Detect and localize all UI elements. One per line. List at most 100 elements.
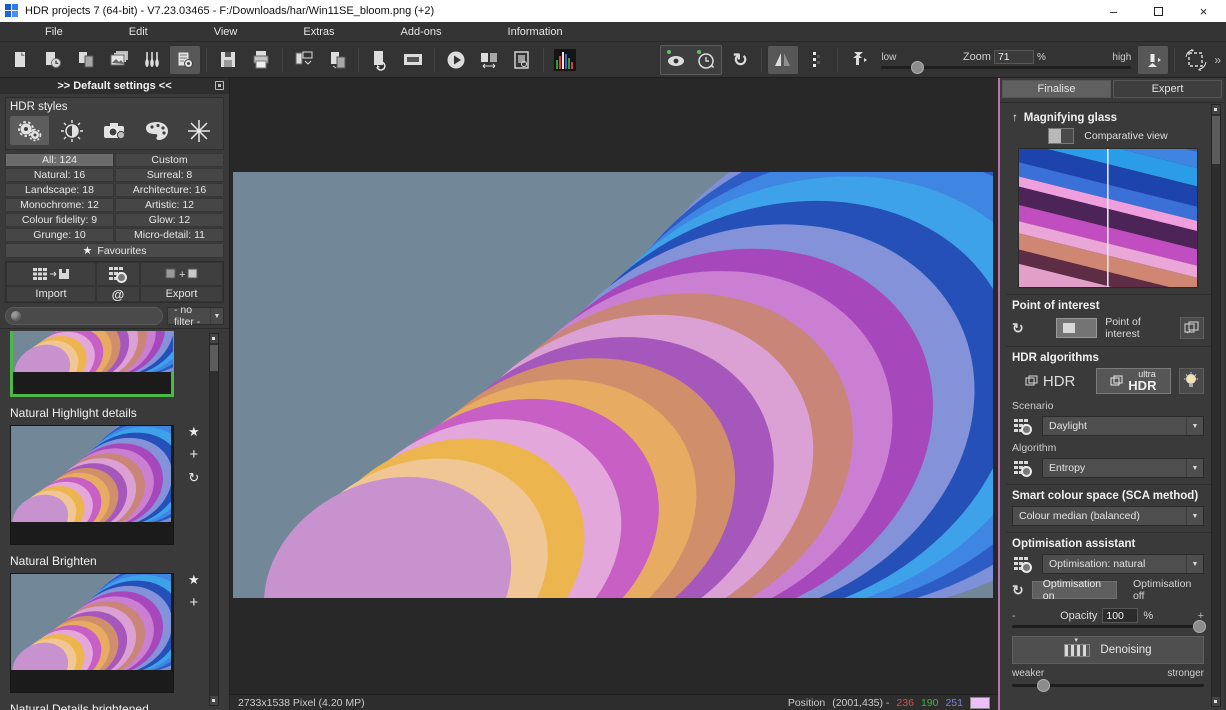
algorithm-dropdown-arrow-icon[interactable]: ▼ bbox=[1186, 459, 1203, 477]
category-monochrome[interactable]: Monochrome: 12 bbox=[5, 198, 114, 212]
settings-scrollbar[interactable] bbox=[1211, 104, 1221, 707]
opacity-slider[interactable] bbox=[1012, 625, 1204, 628]
denoising-slider[interactable] bbox=[1012, 684, 1204, 687]
algorithm-presets-icon[interactable] bbox=[1012, 458, 1034, 478]
optimisation-presets-icon[interactable] bbox=[1012, 554, 1034, 574]
category-natural[interactable]: Natural: 16 bbox=[5, 168, 114, 182]
menu-view[interactable]: View bbox=[181, 26, 271, 38]
poi-layers-icon[interactable] bbox=[1180, 317, 1204, 339]
redo-icon[interactable]: ↻ bbox=[725, 46, 755, 74]
styles-category-tone-icon[interactable] bbox=[52, 116, 91, 145]
category-colour-fidelity[interactable]: Colour fidelity: 9 bbox=[5, 213, 114, 227]
scroll-up-button[interactable] bbox=[1212, 105, 1220, 114]
new-project-icon[interactable] bbox=[5, 46, 35, 74]
copy-import-icon[interactable] bbox=[71, 46, 101, 74]
magnifier-preview[interactable] bbox=[1018, 148, 1198, 288]
brushes-icon[interactable] bbox=[137, 46, 167, 74]
import-icon[interactable] bbox=[6, 262, 96, 286]
zoom-value-input[interactable] bbox=[994, 50, 1034, 64]
export-button[interactable]: Export bbox=[140, 286, 223, 302]
denoising-slider-knob[interactable] bbox=[1037, 679, 1050, 692]
dither-pattern-icon[interactable] bbox=[801, 46, 831, 74]
styles-category-sparkle-icon[interactable] bbox=[180, 116, 219, 145]
category-surreal[interactable]: Surreal: 8 bbox=[115, 168, 224, 182]
menu-extras[interactable]: Extras bbox=[270, 26, 367, 38]
menu-addons[interactable]: Add-ons bbox=[368, 26, 475, 38]
opacity-input[interactable] bbox=[1102, 608, 1138, 623]
favourites-button[interactable]: ★ Favourites bbox=[5, 243, 224, 258]
realtime-preview-icon[interactable] bbox=[691, 46, 721, 74]
category-grunge[interactable]: Grunge: 10 bbox=[5, 228, 114, 242]
algorithm-select[interactable]: Entropy ▼ bbox=[1042, 458, 1204, 478]
exchange-image-icon[interactable] bbox=[474, 46, 504, 74]
scroll-thumb[interactable] bbox=[210, 345, 218, 371]
filter-high-icon[interactable] bbox=[1138, 46, 1168, 74]
category-architecture[interactable]: Architecture: 16 bbox=[115, 183, 224, 197]
menu-information[interactable]: Information bbox=[475, 26, 596, 38]
scroll-down-button[interactable] bbox=[1212, 697, 1220, 706]
optimisation-on-button[interactable]: Optimisation on bbox=[1032, 581, 1117, 599]
category-custom[interactable]: Custom bbox=[115, 153, 224, 167]
play-slideshow-icon[interactable] bbox=[441, 46, 471, 74]
fullscreen-view-icon[interactable] bbox=[398, 46, 428, 74]
denoising-button[interactable]: Denoising bbox=[1012, 636, 1204, 664]
add-variant-icon[interactable]: + bbox=[189, 447, 198, 462]
styles-category-palette-icon[interactable] bbox=[137, 116, 176, 145]
scroll-down-button[interactable] bbox=[210, 696, 218, 705]
toolbar-overflow-chevron[interactable]: » bbox=[1214, 53, 1221, 67]
category-micro-detail[interactable]: Micro-detail: 11 bbox=[115, 228, 224, 242]
add-variant-icon[interactable]: + bbox=[189, 595, 198, 610]
collapse-arrow-icon[interactable]: ↑ bbox=[1012, 112, 1018, 124]
crop-rotate-icon[interactable] bbox=[1181, 46, 1211, 74]
image-frame-icon[interactable] bbox=[507, 46, 537, 74]
style-preview-icon[interactable] bbox=[96, 262, 140, 286]
export-to-device-icon[interactable] bbox=[289, 46, 319, 74]
tab-finalise[interactable]: Finalise bbox=[1002, 80, 1111, 98]
close-button[interactable]: × bbox=[1181, 0, 1226, 22]
opacity-slider-knob[interactable] bbox=[1193, 620, 1206, 633]
category-glow[interactable]: Glow: 12 bbox=[115, 213, 224, 227]
print-icon[interactable] bbox=[246, 46, 276, 74]
poi-refresh-icon[interactable]: ↻ bbox=[1012, 320, 1024, 337]
maximize-button[interactable] bbox=[1136, 0, 1181, 22]
filter-dropdown[interactable]: - no filter - ▼ bbox=[167, 307, 224, 325]
style-thumbnail[interactable] bbox=[10, 425, 174, 545]
preview-eye-icon[interactable] bbox=[661, 46, 691, 74]
export-icon[interactable]: + bbox=[140, 262, 223, 286]
main-image[interactable] bbox=[233, 172, 993, 598]
style-search-input[interactable] bbox=[25, 311, 157, 322]
opacity-minus[interactable]: - bbox=[1012, 610, 1016, 622]
minimize-button[interactable]: – bbox=[1091, 0, 1136, 22]
sca-select[interactable]: Colour median (balanced) ▼ bbox=[1012, 506, 1204, 526]
scenario-presets-icon[interactable] bbox=[1012, 416, 1034, 436]
batch-processing-icon[interactable] bbox=[365, 46, 395, 74]
style-list-scrollbar[interactable] bbox=[209, 333, 219, 706]
presets-header[interactable]: >> Default settings << bbox=[57, 80, 171, 92]
style-thumbnail-selected[interactable] bbox=[10, 331, 174, 397]
styles-category-gears-icon[interactable] bbox=[10, 116, 49, 145]
scroll-up-button[interactable] bbox=[210, 334, 218, 343]
optimisation-off-button[interactable]: Optimisation off bbox=[1125, 578, 1204, 602]
favourite-star-icon[interactable]: ★ bbox=[188, 425, 200, 438]
styles-category-camera-icon[interactable] bbox=[95, 116, 134, 145]
filter-dropdown-arrow-icon[interactable]: ▼ bbox=[210, 308, 223, 324]
image-canvas[interactable] bbox=[230, 78, 998, 694]
poi-toggle-button[interactable] bbox=[1056, 318, 1097, 338]
refresh-style-icon[interactable]: ↻ bbox=[188, 471, 199, 484]
zoom-slider-knob[interactable] bbox=[911, 61, 924, 74]
scenario-select[interactable]: Daylight ▼ bbox=[1042, 416, 1204, 436]
sca-dropdown-arrow-icon[interactable]: ▼ bbox=[1186, 507, 1203, 525]
scroll-thumb[interactable] bbox=[1212, 116, 1220, 164]
favourite-star-icon[interactable]: ★ bbox=[188, 573, 200, 586]
category-all[interactable]: All: 124 bbox=[5, 153, 114, 167]
history-icon[interactable] bbox=[38, 46, 68, 74]
post-processing-icon[interactable] bbox=[170, 46, 200, 74]
lightbulb-icon[interactable] bbox=[1179, 368, 1204, 394]
at-button[interactable]: @ bbox=[96, 286, 140, 302]
pin-icon[interactable] bbox=[215, 81, 224, 90]
optimisation-select[interactable]: Optimisation: natural ▼ bbox=[1042, 554, 1204, 574]
image-gallery-icon[interactable] bbox=[104, 46, 134, 74]
mirror-icon[interactable] bbox=[768, 46, 798, 74]
style-thumbnail[interactable] bbox=[10, 573, 174, 693]
menu-file[interactable]: File bbox=[12, 26, 96, 38]
